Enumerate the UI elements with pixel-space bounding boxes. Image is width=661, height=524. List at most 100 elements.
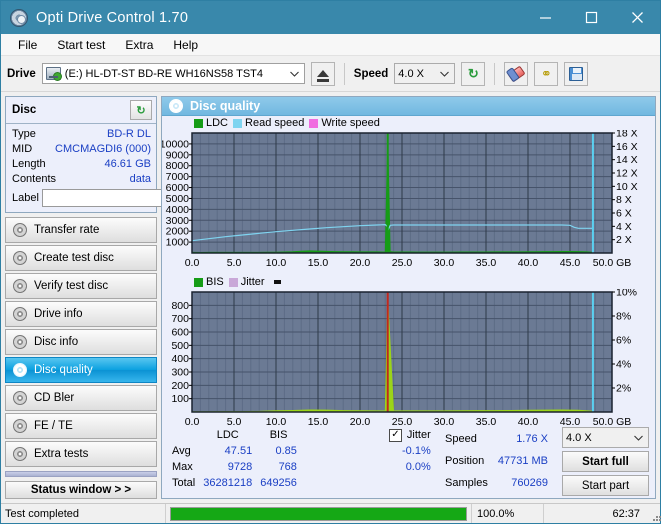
eject-button[interactable] — [310, 61, 335, 86]
drive-select[interactable]: (E:) HL-DT-ST BD-RE WH16NS58 TST4 — [41, 63, 305, 84]
disc-panel: Disc ↻ Type BD-R DL MID CMCMAGDI6 (000) — [5, 96, 230, 213]
legend-entry-write-speed: Write speed — [309, 117, 380, 129]
save-button[interactable] — [564, 61, 589, 86]
sidebar-item-label: Disc info — [34, 336, 79, 348]
close-icon[interactable] — [614, 1, 660, 34]
window-title: Opti Drive Control 1.70 — [36, 9, 189, 26]
disc-row-key: Type — [12, 128, 36, 140]
maximize-icon[interactable] — [568, 1, 614, 34]
status-bar: Test completed 100.0% 62:37 — [1, 503, 660, 523]
disc-row-key: Length — [12, 158, 46, 170]
resize-grip[interactable] — [648, 504, 660, 523]
samples-value: 760269 — [511, 477, 548, 490]
disc-row-mid: MID CMCMAGDI6 (000) — [12, 142, 151, 157]
sidebar-item-label: CD Bler — [34, 392, 75, 404]
sidebar-item-label: Transfer rate — [34, 224, 100, 236]
sidebar-item-label: Create test disc — [34, 252, 114, 264]
disc-row-length: Length 46.61 GB — [12, 157, 151, 172]
start-part-button[interactable]: Start part — [562, 475, 649, 496]
application-window: Opti Drive Control 1.70 File Start test … — [0, 0, 661, 524]
row-label-max: Max — [172, 461, 193, 473]
menu-item-file[interactable]: File — [9, 35, 46, 55]
sidebar-item-label: Verify test disc — [34, 280, 109, 292]
progress-area — [166, 504, 471, 523]
legend-label: Jitter — [240, 276, 265, 288]
start-full-button[interactable]: Start full — [562, 451, 649, 472]
minimize-icon[interactable] — [522, 1, 568, 34]
svg-text:20.0: 20.0 — [350, 416, 371, 428]
svg-text:15.0: 15.0 — [308, 257, 329, 269]
svg-text:2 X: 2 X — [616, 234, 632, 246]
scan-button[interactable]: ⚭ — [534, 61, 559, 86]
disc-icon — [169, 99, 183, 113]
eraser-icon — [507, 65, 526, 82]
disc-icon — [13, 279, 27, 293]
legend-entry-ldc: LDC — [194, 117, 228, 129]
progress-percent: 100.0% — [471, 504, 543, 523]
sidebar-item-create-test-disc[interactable]: Create test disc — [5, 245, 157, 271]
disc-row-value: CMCMAGDI6 (000) — [55, 143, 151, 155]
statistics-panel: LDC BIS ✓ Jitter Avg 47.51 0.85 -0.1% Ma… — [162, 424, 655, 498]
chevron-down-icon — [631, 435, 646, 441]
row-label-avg: Avg — [172, 445, 191, 457]
disc-icon — [13, 447, 27, 461]
top-chart-legend: LDC Read speed Write speed — [162, 116, 655, 130]
charts-area: LDC Read speed Write speed 10000 9000 8000… — [162, 116, 655, 428]
title-bar: Opti Drive Control 1.70 — [1, 1, 660, 34]
sidebar-item-fe-te[interactable]: FE / TE — [5, 413, 157, 439]
svg-text:5.0: 5.0 — [227, 416, 242, 428]
legend-extra-marker — [273, 280, 281, 284]
menu-item-extra[interactable]: Extra — [116, 35, 162, 55]
menu-bar: File Start test Extra Help — [1, 34, 660, 56]
svg-text:0.0: 0.0 — [185, 416, 200, 428]
sidebar-item-extra-tests[interactable]: Extra tests — [5, 441, 157, 467]
svg-text:40.0: 40.0 — [518, 416, 539, 428]
status-window-button[interactable]: Status window > > — [5, 481, 157, 499]
svg-text:100: 100 — [171, 393, 189, 405]
sidebar-item-transfer-rate[interactable]: Transfer rate — [5, 217, 157, 243]
legend-entry-bis: BIS — [194, 276, 224, 288]
drive-select-value: (E:) HL-DT-ST BD-RE WH16NS58 TST4 — [64, 67, 264, 80]
svg-text:45.0: 45.0 — [560, 257, 581, 269]
speed-select-value: 4.0 X — [398, 67, 424, 80]
speed-select[interactable]: 4.0 X — [394, 63, 456, 84]
disc-quality-bis-chart[interactable]: 800700 600500400 300200100 10% 8% 6% 4% 2% 0.0 5.… — [162, 289, 652, 434]
disc-icon — [13, 419, 27, 433]
disc-quality-ldc-chart[interactable]: 1000090008000700060005000400030002000100… — [162, 130, 652, 275]
sidebar: Disc ↻ Type BD-R DL MID CMCMAGDI6 (000) — [5, 96, 230, 499]
sidebar-item-verify-test-disc[interactable]: Verify test disc — [5, 273, 157, 299]
svg-text:1000: 1000 — [166, 237, 190, 249]
refresh-button[interactable]: ↻ — [461, 61, 486, 86]
menu-item-help[interactable]: Help — [164, 35, 207, 55]
scan-info-and-actions: Speed 1.76 X Position 47731 MB Samples 7… — [439, 427, 649, 496]
test-speed-select[interactable]: 4.0 X — [562, 427, 649, 448]
elapsed-time: 62:37 — [543, 504, 648, 523]
progress-bar — [170, 506, 467, 521]
legend-label: Write speed — [321, 117, 380, 129]
svg-text:800: 800 — [171, 300, 189, 312]
disc-row-type: Type BD-R DL — [12, 127, 151, 142]
disc-refresh-button[interactable]: ↻ — [130, 100, 152, 120]
sidebar-item-drive-info[interactable]: Drive info — [5, 301, 157, 327]
table-row: Position 47731 MB — [441, 451, 552, 471]
svg-text:700: 700 — [171, 313, 189, 325]
svg-text:35.0: 35.0 — [476, 416, 497, 428]
max-ldc-value: 9728 — [227, 461, 253, 473]
scan-info-table: Speed 1.76 X Position 47731 MB Samples 7… — [439, 427, 554, 496]
sidebar-item-cd-bler[interactable]: CD Bler — [5, 385, 157, 411]
total-ldc-value: 36281218 — [203, 477, 253, 489]
max-jitter-value: 0.0% — [405, 461, 431, 473]
disc-row-value: BD-R DL — [106, 128, 151, 140]
sidebar-item-disc-info[interactable]: Disc info — [5, 329, 157, 355]
sidebar-item-disc-quality[interactable]: Disc quality — [5, 357, 157, 383]
svg-text:8%: 8% — [616, 311, 631, 323]
menu-item-start-test[interactable]: Start test — [48, 35, 114, 55]
bottom-chart-legend: BIS Jitter — [162, 275, 655, 289]
svg-text:6 X: 6 X — [616, 208, 632, 220]
main-panel-header: Disc quality — [162, 97, 655, 116]
disc-row-key: Contents — [12, 173, 57, 185]
toolbar-divider-2 — [494, 62, 496, 85]
disc-row-value: data — [129, 173, 151, 185]
erase-button[interactable] — [504, 61, 529, 86]
legend-swatch-read-speed — [233, 118, 243, 128]
